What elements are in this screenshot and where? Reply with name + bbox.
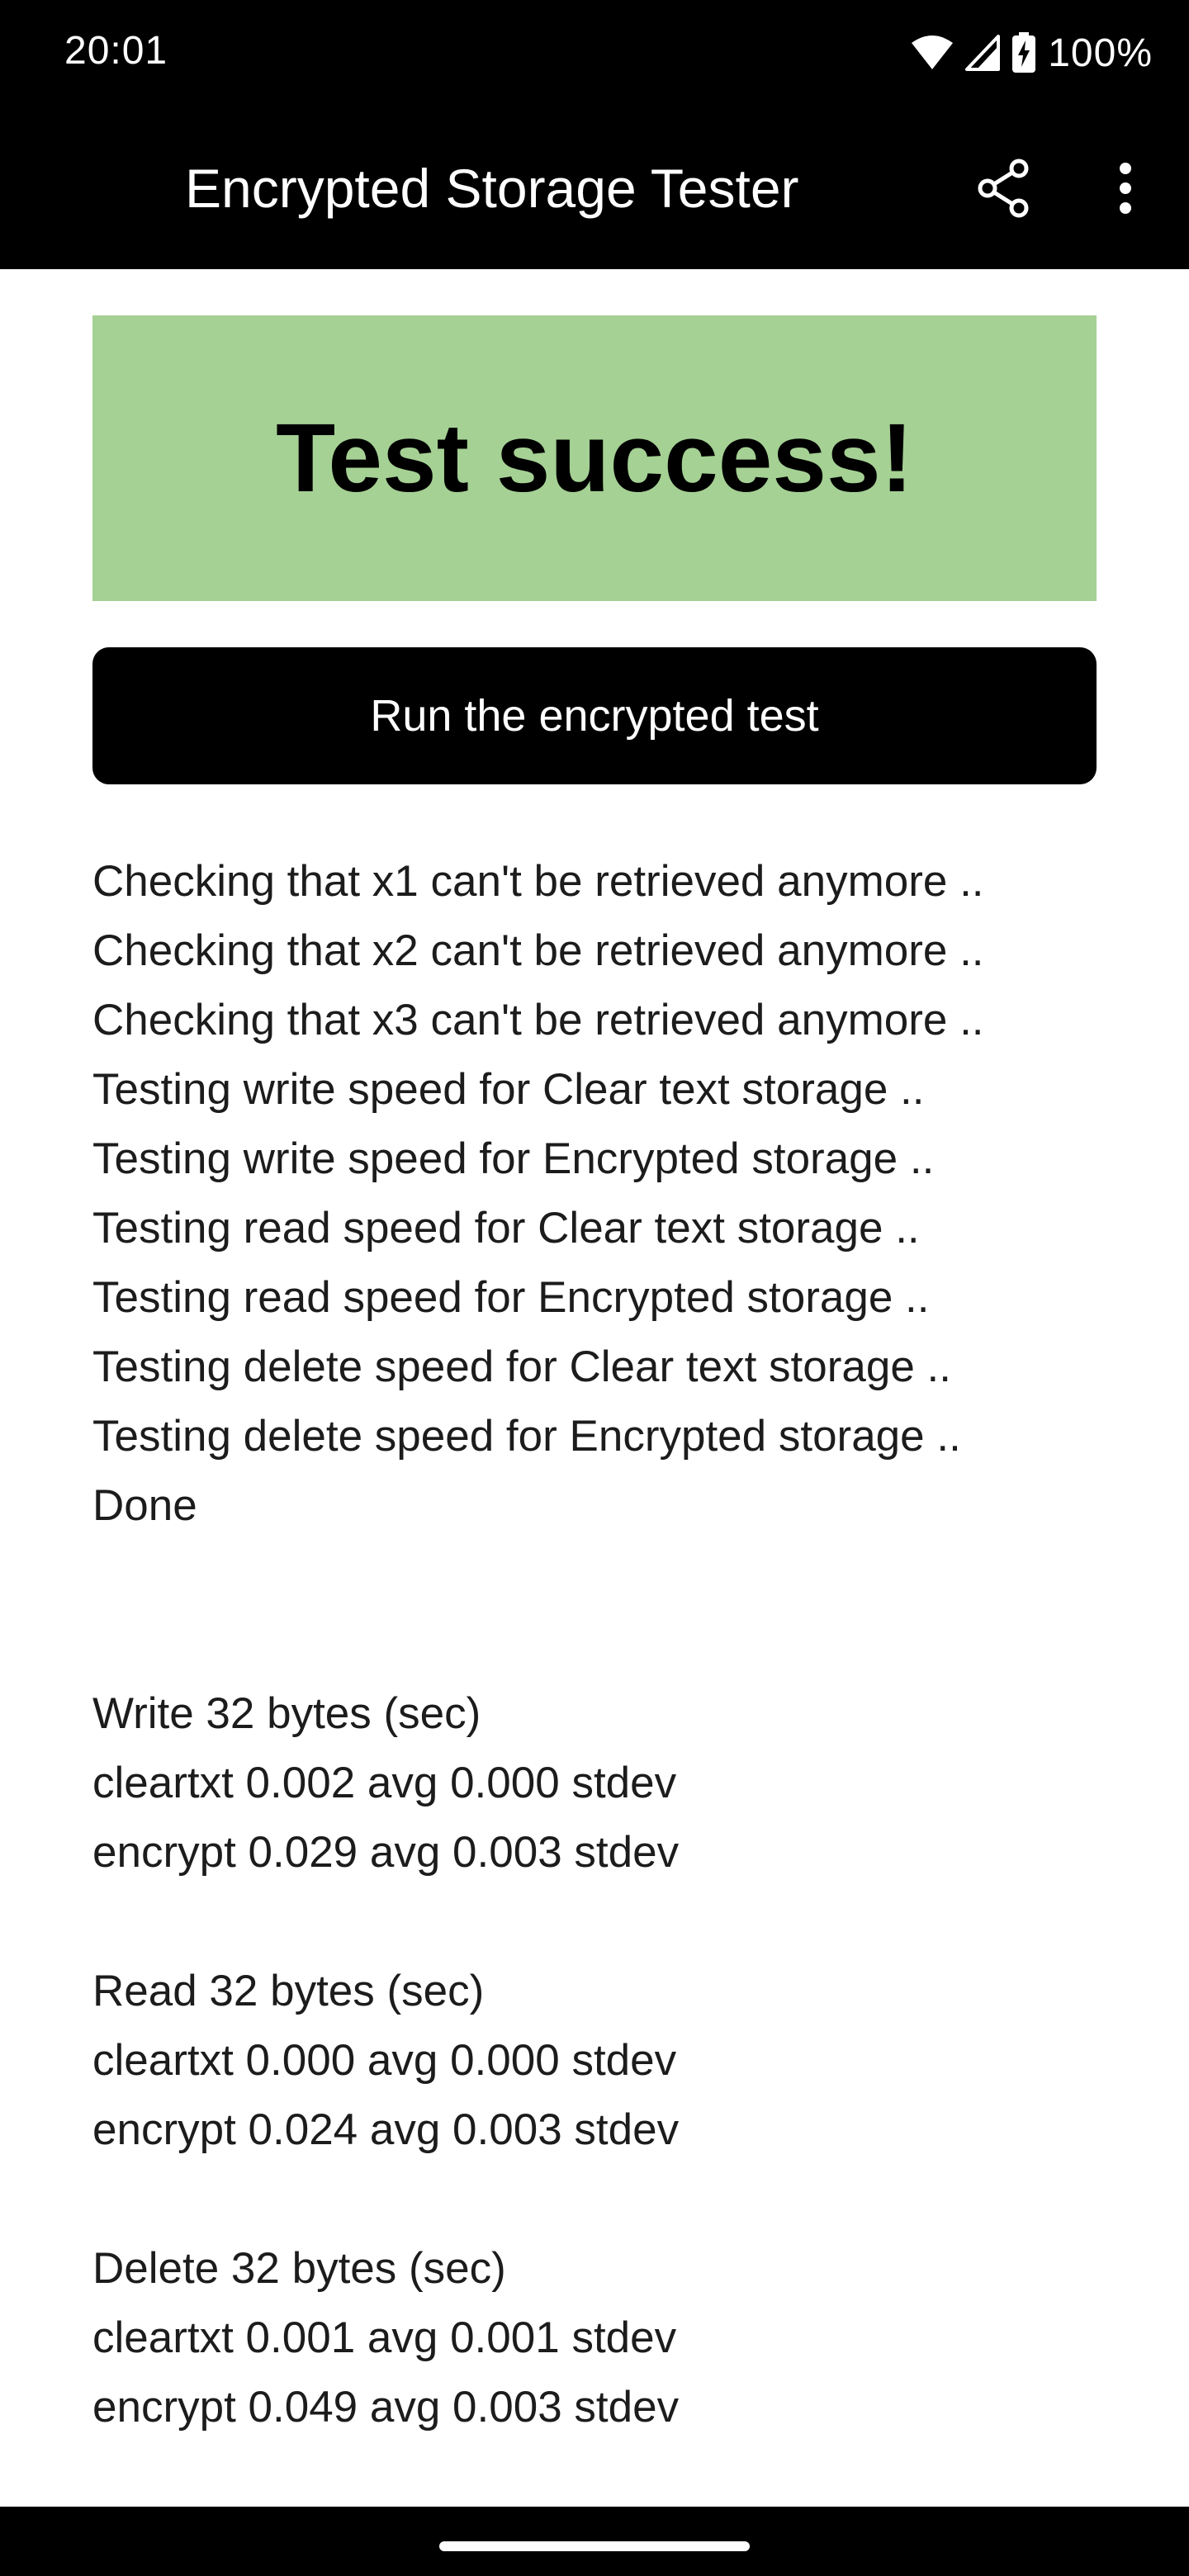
- gesture-handle[interactable]: [439, 2541, 750, 2551]
- result-text: Test success!: [276, 404, 913, 513]
- share-button[interactable]: [969, 155, 1039, 225]
- share-icon: [976, 159, 1032, 222]
- battery-charging-icon: [1011, 32, 1036, 73]
- more-vert-icon: [1117, 162, 1134, 219]
- battery-percent: 100%: [1048, 31, 1153, 75]
- navigation-bar: [0, 2507, 1189, 2576]
- log-line: Testing delete speed for Clear text stor…: [92, 1342, 951, 1391]
- test-log: Checking that x1 can't be retrieved anym…: [92, 847, 1097, 1541]
- log-line: Done: [92, 1481, 197, 1530]
- log-line: Checking that x1 can't be retrieved anym…: [92, 857, 984, 906]
- result-heading: Write 32 bytes (sec): [92, 1689, 481, 1738]
- log-line: Checking that x3 can't be retrieved anym…: [92, 996, 984, 1044]
- app-title: Encrypted Storage Tester: [185, 158, 799, 219]
- status-time: 20:01: [64, 29, 168, 73]
- result-heading: Read 32 bytes (sec): [92, 1967, 485, 2015]
- encrypt-stat: encrypt 0.024 avg 0.003 stdev: [92, 2105, 680, 2154]
- cleartxt-stat: cleartxt 0.001 avg 0.001 stdev: [92, 2313, 677, 2362]
- cleartxt-stat: cleartxt 0.000 avg 0.000 stdev: [92, 2036, 677, 2085]
- cleartxt-stat: cleartxt 0.002 avg 0.000 stdev: [92, 1759, 677, 1807]
- run-encrypted-test-button[interactable]: Run the encrypted test: [92, 647, 1097, 784]
- more-options-button[interactable]: [1098, 155, 1153, 225]
- app-bar: Encrypted Storage Tester: [0, 107, 1189, 269]
- delete-results: Delete 32 bytes (sec) cleartxt 0.001 avg…: [92, 2234, 1097, 2442]
- status-bar: 20:01 100%: [0, 0, 1189, 107]
- log-line: Testing write speed for Clear text stora…: [92, 1065, 925, 1114]
- log-line: Testing read speed for Clear text storag…: [92, 1204, 920, 1252]
- result-banner: Test success!: [92, 315, 1097, 601]
- encrypt-stat: encrypt 0.029 avg 0.003 stdev: [92, 1828, 680, 1877]
- wifi-icon: [911, 35, 954, 71]
- cell-signal-icon: [965, 35, 1001, 71]
- write-results: Write 32 bytes (sec) cleartxt 0.002 avg …: [92, 1679, 1097, 1887]
- log-line: Testing read speed for Encrypted storage…: [92, 1273, 930, 1322]
- encrypt-stat: encrypt 0.049 avg 0.003 stdev: [92, 2383, 680, 2432]
- log-line: Testing delete speed for Encrypted stora…: [92, 1412, 961, 1461]
- log-line: Testing write speed for Encrypted storag…: [92, 1134, 935, 1183]
- result-heading: Delete 32 bytes (sec): [92, 2244, 506, 2293]
- status-icons: 100%: [911, 28, 1153, 78]
- log-line: Checking that x2 can't be retrieved anym…: [92, 926, 984, 975]
- read-results: Read 32 bytes (sec) cleartxt 0.000 avg 0…: [92, 1957, 1097, 2165]
- benchmark-results: Write 32 bytes (sec) cleartxt 0.002 avg …: [92, 1679, 1097, 2442]
